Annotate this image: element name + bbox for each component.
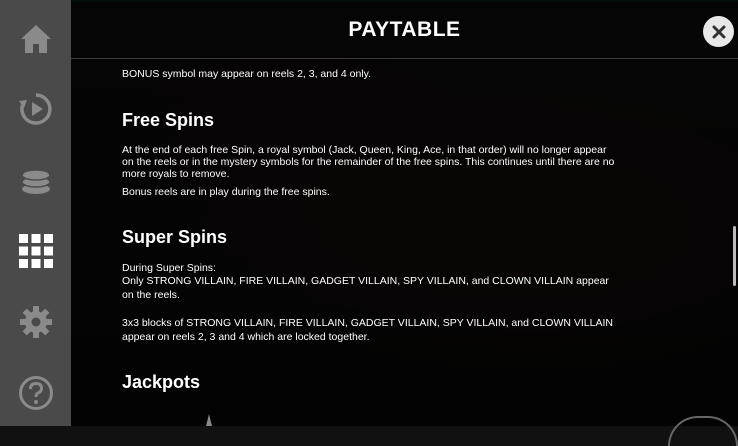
free-spins-line: Bonus reels are in play during the free … <box>122 186 330 198</box>
free-spins-line: At the end of each free Spin, a royal sy… <box>122 144 607 156</box>
sidebar <box>0 0 71 426</box>
gear-icon <box>19 306 52 338</box>
super-spins-heading: Super Spins <box>122 227 228 247</box>
sidebar-item-help[interactable] <box>0 363 71 423</box>
super-spins-line: 3x3 blocks of STRONG VILLAIN, FIRE VILLA… <box>122 317 613 329</box>
page-title: PAYTABLE <box>348 18 461 41</box>
super-spins-line: Only STRONG VILLAIN, FIRE VILLAIN, GADGE… <box>122 275 609 287</box>
free-spins-line: more royals to remove. <box>122 168 230 180</box>
sidebar-item-settings[interactable] <box>0 292 71 352</box>
home-icon <box>20 25 51 53</box>
paytable-overlay <box>71 0 738 426</box>
scrollbar-thumb[interactable] <box>733 226 736 286</box>
paytable-grid-icon <box>18 234 53 268</box>
bonus-note: BONUS symbol may appear on reels 2, 3, a… <box>122 68 372 80</box>
sidebar-item-coins[interactable] <box>0 150 71 210</box>
close-icon <box>712 25 725 38</box>
super-spins-line: During Super Spins: <box>122 262 216 274</box>
sidebar-item-home[interactable] <box>0 9 71 69</box>
free-spins-line: on the reels or in the mystery symbols f… <box>122 156 615 168</box>
coins-icon <box>20 169 51 194</box>
background-decoration <box>206 414 212 426</box>
free-spins-heading: Free Spins <box>122 110 215 130</box>
jackpots-heading: Jackpots <box>122 372 201 392</box>
super-spins-line: appear on reels 2, 3 and 4 which are loc… <box>122 331 370 343</box>
header-divider <box>71 58 738 59</box>
help-icon <box>18 376 53 410</box>
sidebar-item-autoplay[interactable] <box>0 79 71 139</box>
autoplay-icon <box>18 93 52 125</box>
close-button[interactable] <box>703 16 734 47</box>
super-spins-line: on the reels. <box>122 289 180 301</box>
sidebar-item-paytable[interactable] <box>0 221 71 281</box>
